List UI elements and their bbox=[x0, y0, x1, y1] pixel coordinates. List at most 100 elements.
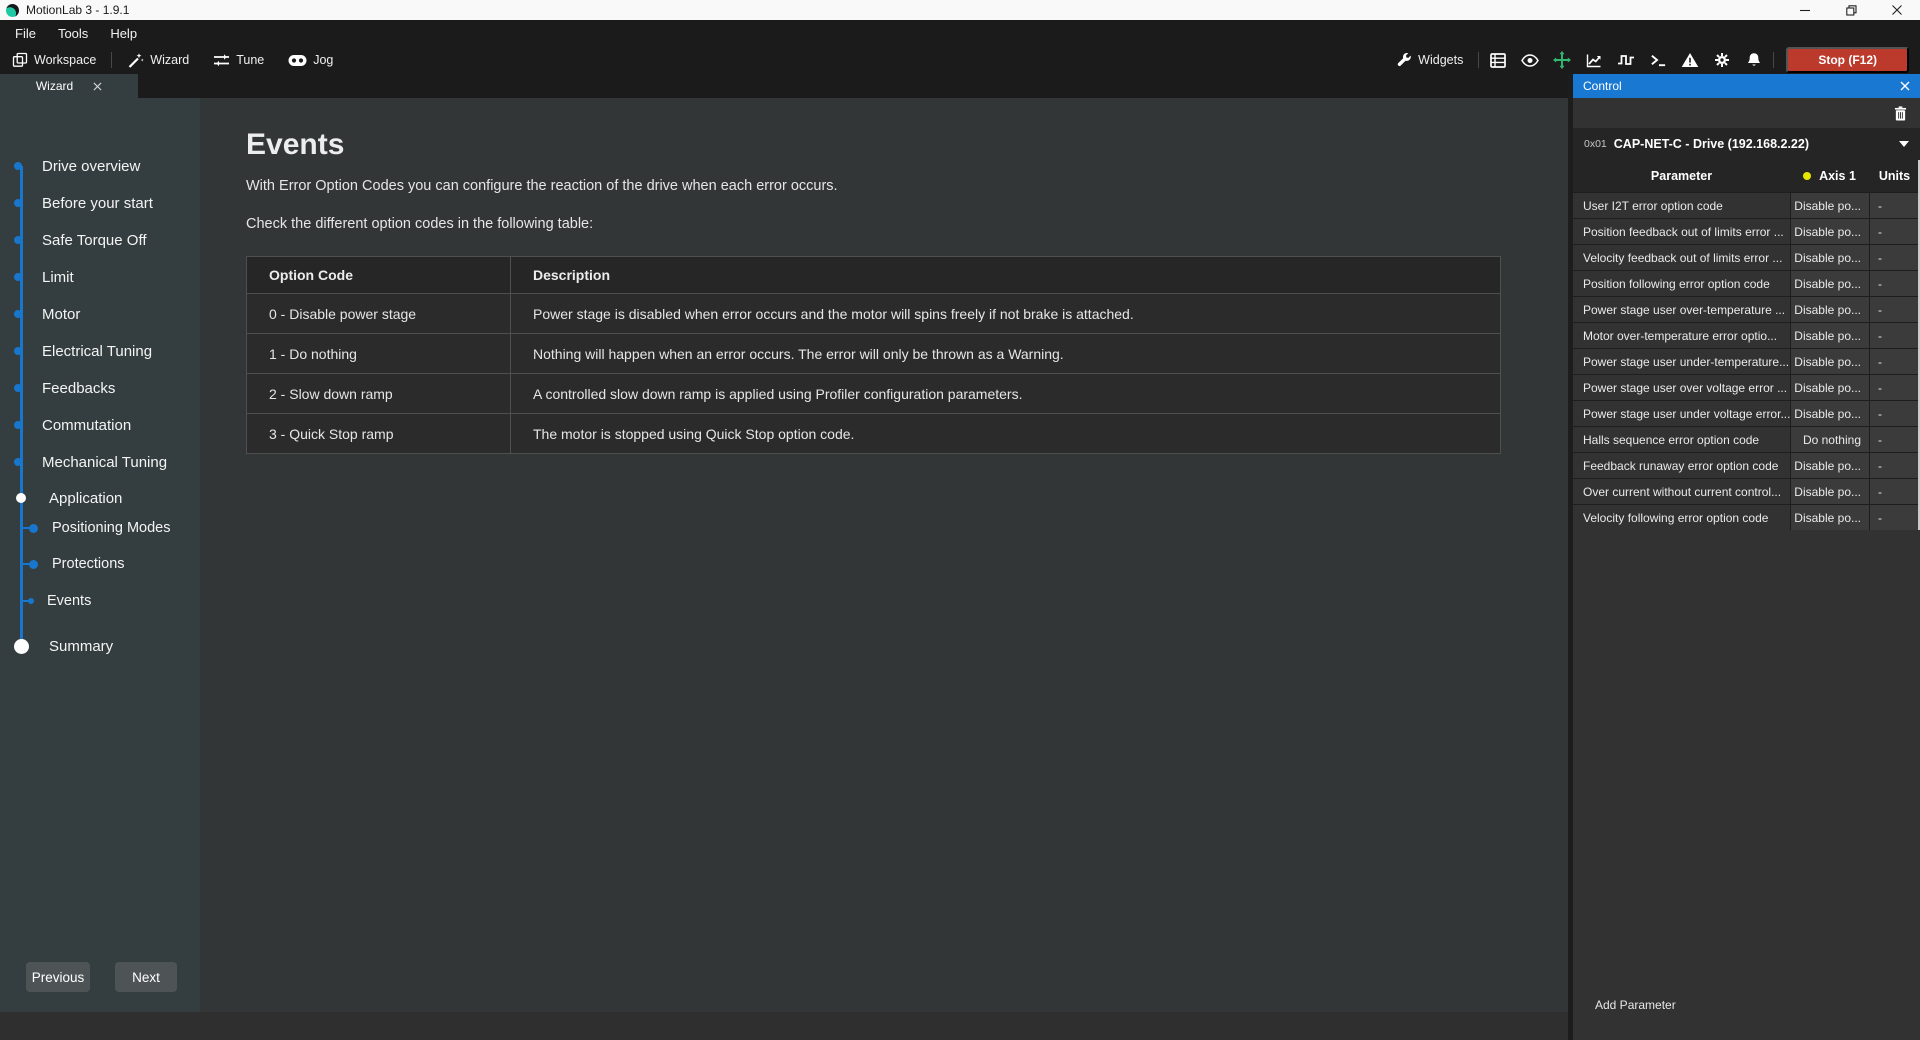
tune-button[interactable]: Tune bbox=[201, 46, 276, 74]
parameter-value[interactable]: Disable po... bbox=[1790, 323, 1869, 348]
table-row: 3 - Quick Stop ramp The motor is stopped… bbox=[247, 414, 1501, 454]
parameter-value[interactable]: Disable po... bbox=[1790, 271, 1869, 296]
toolbar-divider bbox=[111, 52, 112, 68]
axis-column-header: Axis 1 bbox=[1790, 169, 1869, 183]
widgets-button[interactable]: Widgets bbox=[1385, 46, 1475, 74]
step-label: Application bbox=[49, 490, 122, 507]
monitor-button[interactable] bbox=[1514, 46, 1546, 74]
close-icon bbox=[1892, 5, 1902, 15]
wizard-step-electrical-tuning[interactable]: Electrical Tuning bbox=[0, 339, 200, 363]
wizard-button[interactable]: Wizard bbox=[115, 46, 201, 74]
workspace-icon bbox=[12, 52, 28, 68]
parameter-value[interactable]: Disable po... bbox=[1790, 453, 1869, 478]
menu-help[interactable]: Help bbox=[99, 22, 148, 45]
tab-label: Wizard bbox=[36, 79, 73, 93]
step-bullet bbox=[14, 310, 22, 318]
next-button[interactable]: Next bbox=[115, 962, 177, 992]
jog-button[interactable]: Jog bbox=[276, 46, 345, 74]
toolbar-divider bbox=[1478, 52, 1479, 68]
parameter-value[interactable]: Disable po... bbox=[1790, 375, 1869, 400]
parameter-value[interactable]: Disable po... bbox=[1790, 401, 1869, 426]
table-row: 0 - Disable power stage Power stage is d… bbox=[247, 294, 1501, 334]
parameter-name: Position following error option code bbox=[1573, 271, 1790, 296]
close-window-button[interactable] bbox=[1874, 0, 1920, 20]
move-icon bbox=[1553, 51, 1571, 69]
parameter-name: User I2T error option code bbox=[1573, 193, 1790, 218]
widgets-label: Widgets bbox=[1418, 53, 1463, 67]
terminal-icon bbox=[1650, 53, 1667, 67]
step-bullet bbox=[14, 421, 22, 429]
axis-status-dot bbox=[1803, 172, 1811, 180]
wizard-step-limit[interactable]: Limit bbox=[0, 265, 200, 289]
option-code-cell: 2 - Slow down ramp bbox=[247, 374, 511, 414]
minimize-button[interactable] bbox=[1782, 0, 1828, 20]
minimize-icon bbox=[1800, 5, 1810, 15]
signals-button[interactable] bbox=[1610, 46, 1642, 74]
tab-close-icon[interactable] bbox=[93, 82, 102, 91]
parameter-value[interactable]: Disable po... bbox=[1790, 219, 1869, 244]
option-code-header: Option Code bbox=[247, 257, 511, 294]
gamepad-icon bbox=[288, 54, 307, 67]
tab-wizard[interactable]: Wizard bbox=[0, 74, 138, 98]
restore-button[interactable] bbox=[1828, 0, 1874, 20]
control-toolbar bbox=[1573, 98, 1920, 128]
parameter-name: Feedback runaway error option code bbox=[1573, 453, 1790, 478]
device-selector[interactable]: 0x01 CAP-NET-C - Drive (192.168.2.22) bbox=[1573, 128, 1920, 160]
menu-tools[interactable]: Tools bbox=[47, 22, 99, 45]
step-bullet bbox=[14, 162, 22, 170]
registers-button[interactable] bbox=[1482, 46, 1514, 74]
wizard-step-events[interactable]: Events bbox=[0, 589, 200, 613]
wizard-step-protections[interactable]: Protections bbox=[0, 552, 200, 576]
wizard-step-mechanical-tuning[interactable]: Mechanical Tuning bbox=[0, 450, 200, 474]
parameter-row: Over current without current control...D… bbox=[1573, 478, 1920, 504]
wizard-sidebar: Drive overview Before your start Safe To… bbox=[0, 98, 200, 1012]
parameter-value[interactable]: Disable po... bbox=[1790, 193, 1869, 218]
delete-parameter-button[interactable] bbox=[1894, 106, 1907, 121]
parameter-value[interactable]: Disable po... bbox=[1790, 297, 1869, 322]
scope-button[interactable] bbox=[1578, 46, 1610, 74]
control-close-button[interactable] bbox=[1900, 81, 1910, 91]
parameter-value[interactable]: Disable po... bbox=[1790, 349, 1869, 374]
previous-button[interactable]: Previous bbox=[26, 962, 90, 992]
parameter-value[interactable]: Disable po... bbox=[1790, 505, 1869, 530]
parameter-row: Power stage user over voltage error ...D… bbox=[1573, 374, 1920, 400]
page-title: Events bbox=[246, 128, 1502, 162]
device-address: 0x01 bbox=[1584, 138, 1607, 150]
workspace-label: Workspace bbox=[34, 53, 96, 67]
menu-file[interactable]: File bbox=[4, 22, 47, 45]
wizard-step-drive-overview[interactable]: Drive overview bbox=[0, 154, 200, 178]
add-parameter-button[interactable]: Add Parameter bbox=[1595, 998, 1676, 1012]
wizard-step-commutation[interactable]: Commutation bbox=[0, 413, 200, 437]
table-icon bbox=[1490, 53, 1506, 68]
workspace-button[interactable]: Workspace bbox=[0, 46, 108, 74]
wizard-step-safe-torque-off[interactable]: Safe Torque Off bbox=[0, 228, 200, 252]
description-cell: Power stage is disabled when error occur… bbox=[511, 294, 1501, 334]
chevron-down-icon[interactable] bbox=[1899, 141, 1909, 147]
parameter-value[interactable]: Do nothing bbox=[1790, 427, 1869, 452]
parameter-name: Power stage user over voltage error ... bbox=[1573, 375, 1790, 400]
wave-icon bbox=[1617, 53, 1635, 67]
wizard-step-feedbacks[interactable]: Feedbacks bbox=[0, 376, 200, 400]
notifications-button[interactable] bbox=[1738, 46, 1770, 74]
wizard-step-summary[interactable]: Summary bbox=[0, 634, 200, 658]
option-code-cell: 0 - Disable power stage bbox=[247, 294, 511, 334]
table-header-row: Option Code Description bbox=[247, 257, 1501, 294]
errors-button[interactable] bbox=[1674, 46, 1706, 74]
step-label: Commutation bbox=[42, 417, 131, 434]
step-label: Summary bbox=[49, 638, 113, 655]
stop-button[interactable]: Stop (F12) bbox=[1786, 47, 1909, 73]
tune-label: Tune bbox=[236, 53, 264, 67]
parameter-value[interactable]: Disable po... bbox=[1790, 479, 1869, 504]
wizard-step-before-your-start[interactable]: Before your start bbox=[0, 191, 200, 215]
parameter-row: Position feedback out of limits error ..… bbox=[1573, 218, 1920, 244]
console-button[interactable] bbox=[1642, 46, 1674, 74]
eye-icon bbox=[1521, 54, 1539, 67]
parameter-row: Feedback runaway error option codeDisabl… bbox=[1573, 452, 1920, 478]
parameter-value[interactable]: Disable po... bbox=[1790, 245, 1869, 270]
description-cell: The motor is stopped using Quick Stop op… bbox=[511, 414, 1501, 454]
settings-button[interactable] bbox=[1706, 46, 1738, 74]
wizard-step-motor[interactable]: Motor bbox=[0, 302, 200, 326]
warning-icon bbox=[1681, 52, 1699, 68]
wizard-step-positioning-modes[interactable]: Positioning Modes bbox=[0, 516, 200, 540]
motion-button[interactable] bbox=[1546, 46, 1578, 74]
